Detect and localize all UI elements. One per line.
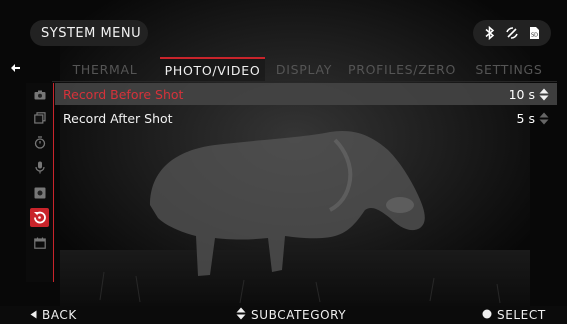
back-hint[interactable]: BACK (30, 307, 77, 323)
tab-display[interactable]: DISPLAY (265, 57, 343, 81)
tab-label: PHOTO/VIDEO (164, 62, 261, 78)
back-arrow-icon[interactable] (8, 60, 24, 76)
calendar-icon[interactable] (30, 233, 49, 252)
wifi-icon (503, 24, 521, 42)
svg-text:SD: SD (531, 33, 538, 39)
tab-settings[interactable]: SETTINGS (461, 57, 557, 81)
setting-value: 5 s (516, 110, 535, 126)
setting-row-record-before-shot[interactable]: Record Before Shot 10 s (55, 83, 557, 105)
system-menu-title: SYSTEM MENU (30, 20, 148, 46)
thermal-screen: SYSTEM MENU SD THERMAL PHOTO/VIDEO DISPL… (0, 0, 567, 324)
sd-card-icon: SD (525, 24, 543, 42)
microphone-icon[interactable] (30, 158, 49, 177)
page-title: SYSTEM MENU (41, 25, 142, 41)
footer-hint-bar: BACK SUBCATEGORY SELECT (0, 306, 567, 324)
gallery-icon[interactable] (30, 108, 49, 127)
video-camera-icon[interactable] (30, 183, 49, 202)
subcategory-sidebar (26, 83, 54, 282)
select-dot-icon (482, 308, 492, 322)
status-indicators: SD (473, 20, 551, 46)
setting-value-stepper[interactable]: 10 s (509, 87, 557, 102)
bluetooth-icon (481, 24, 499, 42)
category-tabs: THERMAL PHOTO/VIDEO DISPLAY PROFILES/ZER… (50, 57, 557, 81)
back-label: BACK (42, 308, 77, 322)
up-down-arrows-icon (539, 112, 549, 125)
timer-icon[interactable] (30, 133, 49, 152)
left-triangle-icon (30, 308, 37, 322)
select-label: SELECT (497, 308, 546, 322)
subcategory-label: SUBCATEGORY (251, 308, 347, 322)
up-down-arrows-icon (236, 307, 246, 323)
subcategory-hint: SUBCATEGORY (236, 307, 346, 323)
thermal-scene-background (0, 0, 567, 324)
tab-label: PROFILES/ZERO (347, 61, 457, 77)
tab-thermal[interactable]: THERMAL (50, 57, 160, 81)
camera-icon[interactable] (30, 85, 49, 104)
setting-label: Record Before Shot (63, 86, 184, 102)
tab-label: SETTINGS (475, 61, 543, 77)
tab-label: DISPLAY (275, 61, 333, 77)
setting-row-record-after-shot[interactable]: Record After Shot 5 s (55, 107, 557, 129)
setting-value: 10 s (508, 86, 535, 102)
tab-label: THERMAL (72, 61, 138, 77)
select-hint[interactable]: SELECT (482, 307, 546, 323)
tab-photo-video[interactable]: PHOTO/VIDEO (160, 57, 265, 81)
setting-value-stepper[interactable]: 5 s (517, 111, 557, 126)
tab-profiles-zero[interactable]: PROFILES/ZERO (343, 57, 461, 81)
tab-divider (52, 81, 557, 82)
setting-label: Record After Shot (63, 110, 173, 126)
up-down-arrows-icon (539, 88, 549, 101)
record-shot-icon[interactable] (30, 208, 49, 227)
